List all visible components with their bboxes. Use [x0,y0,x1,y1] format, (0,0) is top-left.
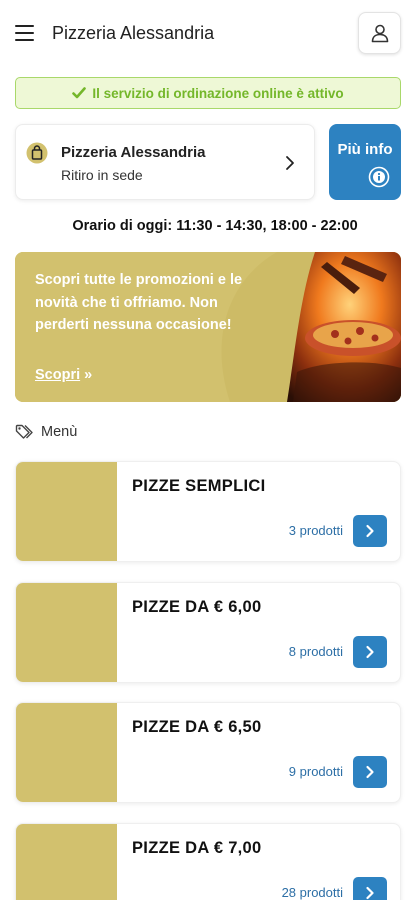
hamburger-icon-line [15,32,34,34]
info-circle-icon [368,166,390,188]
menu-category-card[interactable]: PIZZE DA € 7,00 28 prodotti [15,823,401,900]
ordering-status-text: Il servizio di ordinazione online è atti… [92,85,344,101]
discover-link-label: Scopri [35,367,81,383]
category-product-count: 8 prodotti [288,644,343,659]
tags-icon [15,424,33,439]
menu-category-card[interactable]: PIZZE DA € 6,50 9 prodotti [15,702,401,803]
opening-hours-today: Orario di oggi: 11:30 - 14:30, 18:00 - 2… [72,218,358,234]
user-account-button[interactable] [358,12,401,54]
hamburger-icon-line [15,25,34,27]
ordering-status-banner: Il servizio di ordinazione online è atti… [15,77,401,109]
chevron-right-icon [366,645,374,659]
chevron-right-icon [366,765,374,779]
double-chevron-right-icon: » [84,367,93,383]
open-category-button[interactable] [353,636,387,668]
chevron-right-icon [366,886,374,900]
category-product-count: 3 prodotti [288,523,343,538]
category-product-count: 9 prodotti [288,764,343,779]
category-name: PIZZE DA € 6,50 [132,718,262,736]
promotions-banner[interactable]: Scopri tutte le promozioni e le novità c… [15,252,401,402]
menu-category-card[interactable]: PIZZE DA € 6,00 8 prodotti [15,582,401,683]
store-selector-card[interactable]: Pizzeria Alessandria Ritiro in sede [15,124,315,200]
category-image-placeholder [16,583,117,682]
open-category-button[interactable] [353,756,387,788]
category-name: PIZZE DA € 7,00 [132,839,262,857]
open-category-button[interactable] [353,877,387,900]
shopping-bag-icon [26,142,48,164]
store-service-mode: Ritiro in sede [61,167,143,183]
promotions-text: Scopri tutte le promozioni e le novità c… [35,272,243,333]
app-title: Pizzeria Alessandria [52,23,215,43]
user-icon [371,24,388,43]
menu-section-header: Menù [15,424,77,440]
category-name: PIZZE SEMPLICI [132,477,266,495]
category-image-placeholder [16,703,117,802]
category-image-placeholder [16,462,117,561]
hamburger-icon-line [15,39,34,41]
top-bar: Pizzeria Alessandria [0,0,415,66]
more-info-label: Più info [337,141,393,158]
category-name: PIZZE DA € 6,00 [132,598,262,616]
open-category-button[interactable] [353,515,387,547]
chevron-right-icon [286,156,294,170]
menu-section-label: Menù [41,424,78,440]
chevron-right-icon [366,524,374,538]
store-name: Pizzeria Alessandria [61,144,206,161]
check-icon [72,87,87,99]
discover-link[interactable]: Scopri » [35,367,92,383]
hamburger-menu-button[interactable] [12,20,38,46]
more-info-button[interactable]: Più info [329,124,401,200]
menu-category-card[interactable]: PIZZE SEMPLICI 3 prodotti [15,461,401,562]
category-product-count: 28 prodotti [281,885,343,900]
category-image-placeholder [16,824,117,900]
